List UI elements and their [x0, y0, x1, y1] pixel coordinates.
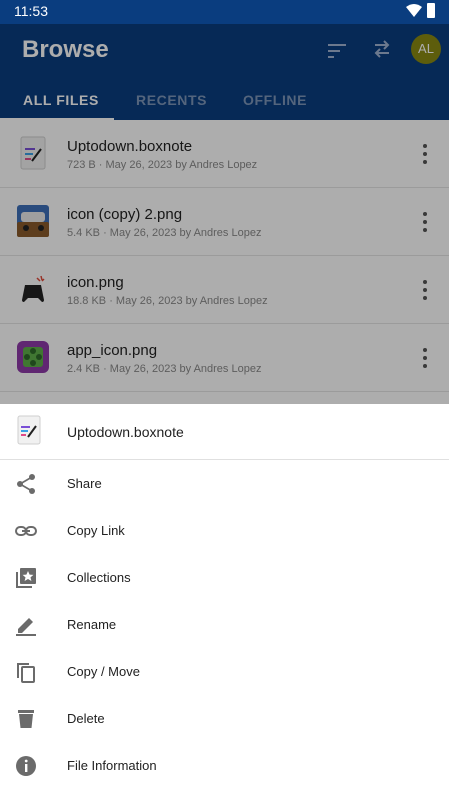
file-information-label: File Information [67, 758, 157, 773]
collections-button[interactable]: Collections [0, 555, 449, 602]
bottom-sheet: Uptodown.boxnote Share Copy Link Collect… [0, 404, 449, 800]
pencil-icon [16, 618, 36, 636]
boxnote-icon [17, 415, 41, 445]
rename-button[interactable]: Rename [0, 602, 449, 649]
copy-icon [17, 663, 35, 683]
copy-move-button[interactable]: Copy / Move [0, 649, 449, 696]
rename-label: Rename [67, 617, 117, 632]
wifi-icon [406, 4, 422, 17]
collections-label: Collections [67, 570, 131, 585]
link-icon [15, 526, 37, 536]
copy-link-button[interactable]: Copy Link [0, 508, 449, 555]
share-label: Share [67, 476, 102, 491]
file-information-button[interactable]: File Information [0, 743, 449, 790]
status-bar: 11:53 [0, 0, 449, 24]
delete-button[interactable]: Delete [0, 696, 449, 743]
info-icon [16, 756, 36, 776]
sheet-file-name: Uptodown.boxnote [67, 424, 184, 440]
copy-link-label: Copy Link [67, 523, 125, 538]
modal-scrim[interactable] [0, 24, 449, 404]
share-icon [17, 474, 35, 494]
collections-icon [16, 568, 36, 588]
copy-move-label: Copy / Move [67, 664, 140, 679]
status-time: 11:53 [14, 3, 48, 19]
delete-label: Delete [67, 711, 105, 726]
sheet-header: Uptodown.boxnote [0, 404, 449, 460]
battery-icon [427, 3, 435, 18]
trash-icon [18, 710, 34, 728]
share-button[interactable]: Share [0, 461, 449, 508]
